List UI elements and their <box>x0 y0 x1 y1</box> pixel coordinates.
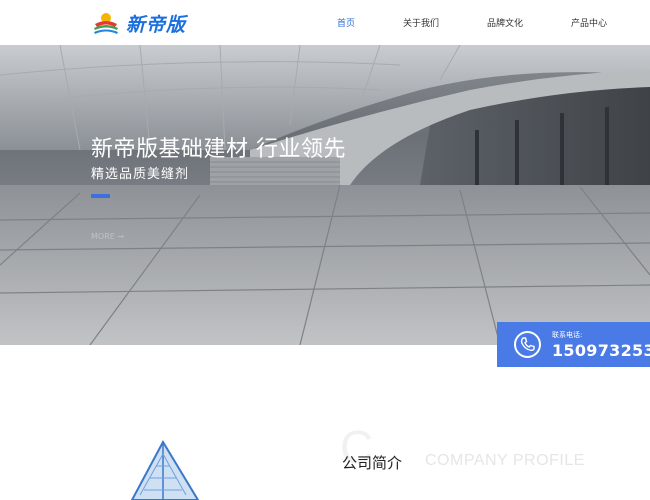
profile-title-en: COMPANY PROFILE <box>425 452 585 469</box>
profile-title: 公司简介 <box>342 454 403 472</box>
hero-banner: 新帝版基础建材 行业领先 精选品质美缝剂 MORE → <box>0 45 650 345</box>
building-image <box>130 440 200 500</box>
contact-phone-number: 1509732532 <box>552 341 650 360</box>
contact-float[interactable]: 联系电话: 1509732532 <box>497 322 650 367</box>
contact-label: 联系电话: <box>552 331 583 339</box>
phone-icon <box>514 331 541 358</box>
logo-emblem-icon <box>92 10 120 36</box>
banner-more-link[interactable]: MORE → <box>91 232 124 241</box>
logo[interactable]: 新帝版 <box>92 8 186 38</box>
nav-item-products[interactable]: 产品中心 <box>571 16 607 29</box>
banner-title: 新帝版基础建材 行业领先 <box>91 137 346 162</box>
nav-item-home[interactable]: 首页 <box>337 16 355 29</box>
site-header: 新帝版 首页 关于我们 品牌文化 产品中心 <box>0 0 650 45</box>
nav-item-about[interactable]: 关于我们 <box>403 16 439 29</box>
logo-text: 新帝版 <box>126 13 187 36</box>
nav-item-brand-culture[interactable]: 品牌文化 <box>487 16 523 29</box>
page: 新帝版 首页 关于我们 品牌文化 产品中心 新帝版基础建材 行业领先 精选品质美… <box>0 0 650 500</box>
banner-subtitle: 精选品质美缝剂 <box>91 167 190 182</box>
banner-accent-bar <box>91 194 110 198</box>
